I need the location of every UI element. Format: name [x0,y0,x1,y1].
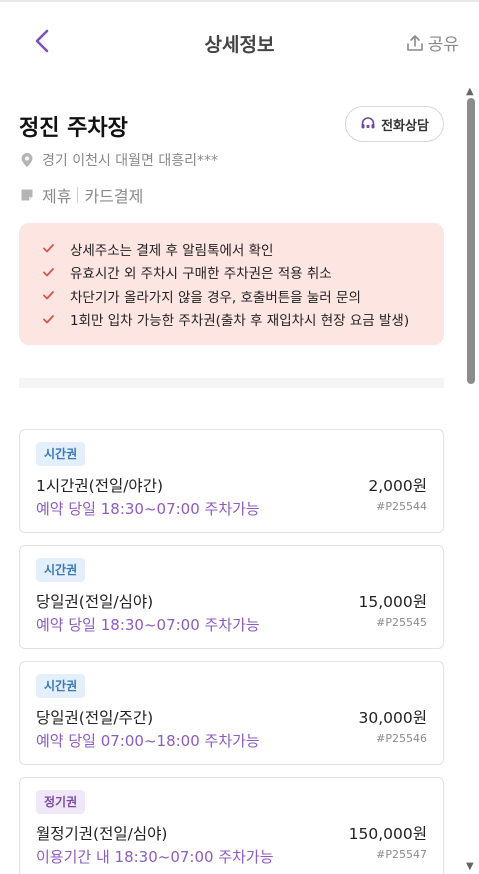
ticket-name: 월정기권(전일/심야) [36,825,168,843]
notice-box: 상세주소는 결제 후 알림톡에서 확인 유효시간 외 주차시 구매한 주차권은 … [19,223,444,345]
parking-lot-name: 정진 주차장 [19,116,128,141]
ticket-name: 1시간권(전일/야간) [36,477,163,495]
notice-text: 차단기가 올라가지 않을 경우, 호출버튼을 눌러 문의 [70,289,361,306]
ticket-availability: 예약 당일 07:00~18:00 주차가능 [36,732,260,750]
check-icon [43,267,54,277]
ticket-card[interactable]: 시간권 당일권(전일/심야) 15,000원 예약 당일 18:30~07:00… [19,545,444,649]
ticket-type-badge: 시간권 [36,558,86,582]
address-text: 경기 이천시 대월면 대흥리*** [42,153,219,169]
ticket-name: 당일권(전일/심야) [36,593,154,611]
tag-partner: 제휴 [42,187,72,206]
header: 상세정보 공유 [0,2,479,68]
notice-item: 유효시간 외 주차시 구매한 주차권은 적용 취소 [43,261,420,285]
notice-item: 차단기가 올라가지 않을 경우, 호출버튼을 눌러 문의 [43,284,420,308]
ticket-name: 당일권(전일/주간) [36,709,154,727]
check-icon [43,291,54,300]
detail-content[interactable]: 정진 주차장 전화상담 경기 이천시 대월면 대흥리*** 제휴 카드결제 상세… [0,68,479,874]
ticket-price: 15,000원 [358,593,428,611]
ticket-code: #P25547 [376,848,427,861]
scroll-up-arrow-icon[interactable]: ▲ [466,86,474,97]
phone-consult-button[interactable]: 전화상담 [345,106,444,142]
location-pin-icon [21,153,33,167]
notice-text: 1회만 입차 가능한 주차권(출차 후 재입차시 현장 요금 발생) [70,313,410,330]
ticket-code: #P25545 [376,616,427,629]
ticket-availability: 예약 당일 18:30~07:00 주차가능 [36,616,260,634]
notice-item: 상세주소는 결제 후 알림톡에서 확인 [43,237,420,261]
share-icon [406,34,423,51]
notice-item: 1회만 입차 가능한 주차권(출차 후 재입차시 현장 요금 발생) [43,308,420,332]
ticket-price: 30,000원 [358,709,428,727]
ticket-type-badge: 시간권 [36,442,86,466]
ticket-price: 2,000원 [368,477,427,495]
section-divider [19,378,444,388]
note-icon [21,189,33,201]
ticket-type-badge: 정기권 [36,790,86,814]
ticket-code: #P25544 [376,500,427,513]
headset-icon [361,117,375,129]
ticket-code: #P25546 [376,732,427,745]
ticket-card[interactable]: 시간권 1시간권(전일/야간) 2,000원 예약 당일 18:30~07:00… [19,429,444,533]
tags-row: 제휴 카드결제 [20,183,143,207]
ticket-card[interactable]: 정기권 월정기권(전일/심야) 150,000원 이용기간 내 18:30~07… [19,777,444,874]
tag-card-payment: 카드결제 [84,187,144,206]
scrollbar[interactable]: ▲ ▼ [466,86,476,874]
phone-consult-label: 전화상담 [381,118,429,134]
check-icon [43,244,54,253]
ticket-availability: 이용기간 내 18:30~07:00 주차가능 [36,848,274,866]
ticket-type-badge: 시간권 [36,674,86,698]
ticket-availability: 예약 당일 18:30~07:00 주차가능 [36,500,260,518]
address-row: 경기 이천시 대월면 대흥리*** [20,150,218,170]
tag-divider [77,187,79,203]
scroll-down-arrow-icon[interactable]: ▼ [466,861,474,872]
check-icon [43,314,54,324]
notice-text: 유효시간 외 주차시 구매한 주차권은 적용 취소 [70,266,332,283]
notice-text: 상세주소는 결제 후 알림톡에서 확인 [70,242,274,259]
share-label: 공유 [427,35,459,55]
ticket-price: 150,000원 [348,825,427,843]
scrollbar-thumb[interactable] [467,98,475,384]
share-button[interactable]: 공유 [406,30,459,55]
ticket-card[interactable]: 시간권 당일권(전일/주간) 30,000원 예약 당일 07:00~18:00… [19,661,444,765]
